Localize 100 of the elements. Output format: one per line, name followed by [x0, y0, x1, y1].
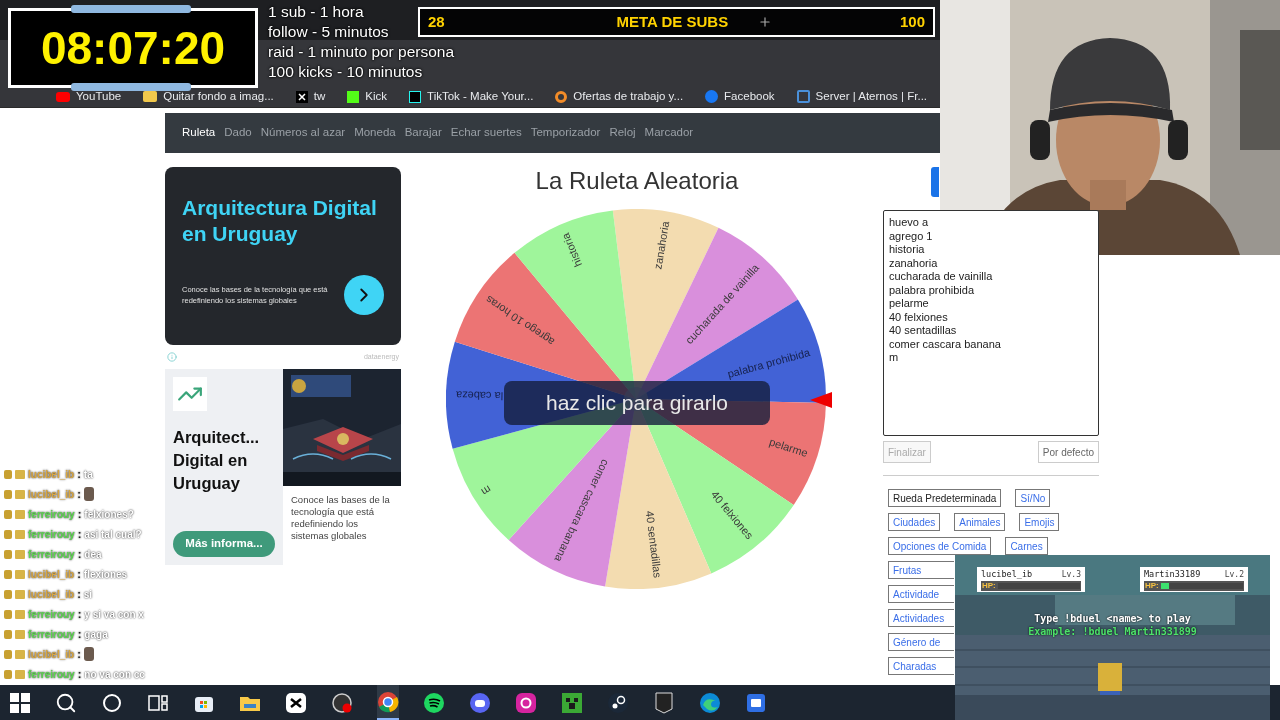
chat-user: ferreirouy: [28, 547, 75, 562]
editor-icon[interactable]: [285, 691, 307, 714]
player-level: Lv.3: [1061, 569, 1081, 581]
chat-message: flexiones: [83, 567, 128, 582]
browser-icon[interactable]: [377, 690, 399, 713]
preset-button[interactable]: Frutas: [888, 561, 954, 579]
server-icon: [796, 90, 810, 103]
chat-message: felxiones?: [84, 507, 134, 522]
nav-link[interactable]: Números al azar: [260, 124, 346, 142]
chat-separator: :: [77, 566, 81, 582]
segment-label: pelarme: [767, 435, 810, 459]
ad-card-title: Arquitect... Digital en Uruguay: [173, 427, 261, 494]
nav-link[interactable]: Barajar: [404, 124, 442, 142]
chat-message: dea: [84, 547, 102, 562]
chat-user: lucibel_ib: [28, 647, 75, 662]
player-level: Lv.2: [1224, 569, 1244, 581]
bookmark-link[interactable]: YouTube: [56, 87, 122, 106]
bookmark-link[interactable]: TikTok - Make Your...: [409, 87, 534, 106]
player-name: lucibel_ib: [981, 568, 1033, 581]
bookmark-link[interactable]: Quitar fondo a imag...: [143, 87, 274, 106]
segment-label: zanahoria: [651, 220, 672, 271]
chat-user: lucibel_ib: [28, 567, 75, 582]
preset-button[interactable]: Emojis: [1019, 513, 1060, 531]
nav-link[interactable]: Temporizador: [530, 124, 601, 142]
wave-icon[interactable]: [699, 691, 721, 714]
goal-note: raid - 1 minuto por persona: [268, 42, 455, 62]
subs-current: 28: [428, 11, 445, 32]
nav-link[interactable]: Ruleta: [182, 124, 216, 142]
player-name: Martin33189: [1144, 568, 1201, 581]
search-icon[interactable]: [55, 691, 77, 714]
chat-user: ferreirouy: [28, 527, 75, 542]
chat-message: no va con cc: [84, 667, 145, 682]
record-icon[interactable]: [331, 691, 353, 714]
pointer-icon: [810, 392, 832, 408]
entries-field[interactable]: huevo a agrego 1 historia zanahoria cucharada de vainilla palabra prohibida pelarme 40 felxiones 40 sentadillas comer cascara banana m: [883, 210, 1099, 436]
chat-separator: :: [77, 666, 82, 682]
next-button[interactable]: [344, 275, 384, 315]
chat-separator: :: [77, 466, 81, 482]
nav-link[interactable]: Echar suertes: [450, 124, 522, 142]
chat-message: ta: [83, 467, 93, 482]
music-icon[interactable]: [423, 691, 445, 714]
subs-target: 100: [899, 11, 925, 32]
folder-icon: [143, 91, 158, 102]
nav-link[interactable]: Reloj: [609, 124, 636, 142]
ad-card-text: Conoce las bases de la tecnología que está redefiniendo los sistemas globales: [290, 493, 391, 543]
camera-icon[interactable]: [515, 691, 537, 714]
bookmark-link[interactable]: Kick: [347, 87, 388, 106]
preset-button[interactable]: Sí/No: [1015, 489, 1051, 507]
chat-message: si: [83, 587, 93, 602]
chat-user: lucibel_ib: [28, 467, 75, 482]
preset-button[interactable]: Opciones de Comida: [888, 537, 992, 555]
goal-note: 100 kicks - 10 minutos: [268, 62, 424, 82]
preset-button[interactable]: Actividade: [888, 585, 954, 603]
chat-separator: :: [77, 586, 81, 602]
plus-icon: [758, 15, 772, 29]
bookmark-link[interactable]: tw: [295, 87, 326, 106]
nav-link[interactable]: Marcador: [644, 124, 694, 142]
shield-icon[interactable]: [653, 691, 675, 714]
preset-button[interactable]: Carnes: [1005, 537, 1048, 555]
x-logo-icon: [295, 90, 308, 103]
chat-user: lucibel_ib: [28, 487, 75, 502]
preset-button[interactable]: Género de: [888, 633, 954, 651]
chat-message: y si va con x: [84, 607, 144, 622]
bookmark-link[interactable]: Ofertas de trabajo y...: [555, 87, 684, 106]
chat-separator: :: [77, 506, 82, 522]
chat-separator: :: [77, 546, 82, 562]
preset-button[interactable]: Ciudades: [888, 513, 941, 531]
circle-icon[interactable]: [101, 691, 123, 714]
chat-separator: :: [77, 606, 82, 622]
preset-button[interactable]: Actividades: [888, 609, 954, 627]
timer-text: 08:07:20: [40, 25, 226, 71]
bookmark-link[interactable]: Server | Aternos | Fr...: [796, 87, 928, 106]
preset-button[interactable]: Rueda Predeterminada: [888, 489, 1002, 507]
wheel-title: La Ruleta Aleatoria: [535, 167, 739, 195]
ring-icon: [555, 90, 568, 103]
chat-user: ferreirouy: [28, 667, 75, 682]
more-info-button[interactable]: Más informa...: [173, 531, 275, 557]
document-icon[interactable]: [745, 691, 767, 714]
chat-separator: :: [77, 646, 81, 662]
chat-message: asi tal cual?: [84, 527, 142, 542]
bookmark-link[interactable]: Facebook: [705, 87, 775, 106]
segment-label: la cabeza: [455, 389, 504, 403]
spin-hint[interactable]: haz clic para girarlo: [504, 381, 770, 425]
block-icon[interactable]: [561, 691, 583, 714]
chat-message: gaga: [84, 627, 108, 642]
hp-label: HP:: [982, 582, 996, 590]
ad-card[interactable]: Arquitect... Digital en Uruguay Más informa... Conoce las bases de la tecnología que está redefiniendo los sistemas globales: [165, 369, 401, 565]
preset-button[interactable]: Animales: [954, 513, 1006, 531]
taskbar-item[interactable]: [377, 685, 399, 720]
preset-button[interactable]: Charadas: [888, 657, 954, 675]
chat-separator: :: [77, 626, 82, 642]
nav-link[interactable]: Dado: [224, 124, 252, 142]
game-example: Example: !bduel Martin331899: [1028, 625, 1197, 638]
chat-user: lucibel_ib: [28, 587, 75, 602]
action-button[interactable]: Por defecto: [1037, 441, 1099, 463]
chat-separator: :: [77, 486, 81, 502]
segment-label: m: [479, 483, 494, 499]
nav-link[interactable]: Moneda: [354, 124, 396, 142]
windows-icon[interactable]: [9, 691, 31, 714]
chat-icon[interactable]: [469, 691, 491, 714]
